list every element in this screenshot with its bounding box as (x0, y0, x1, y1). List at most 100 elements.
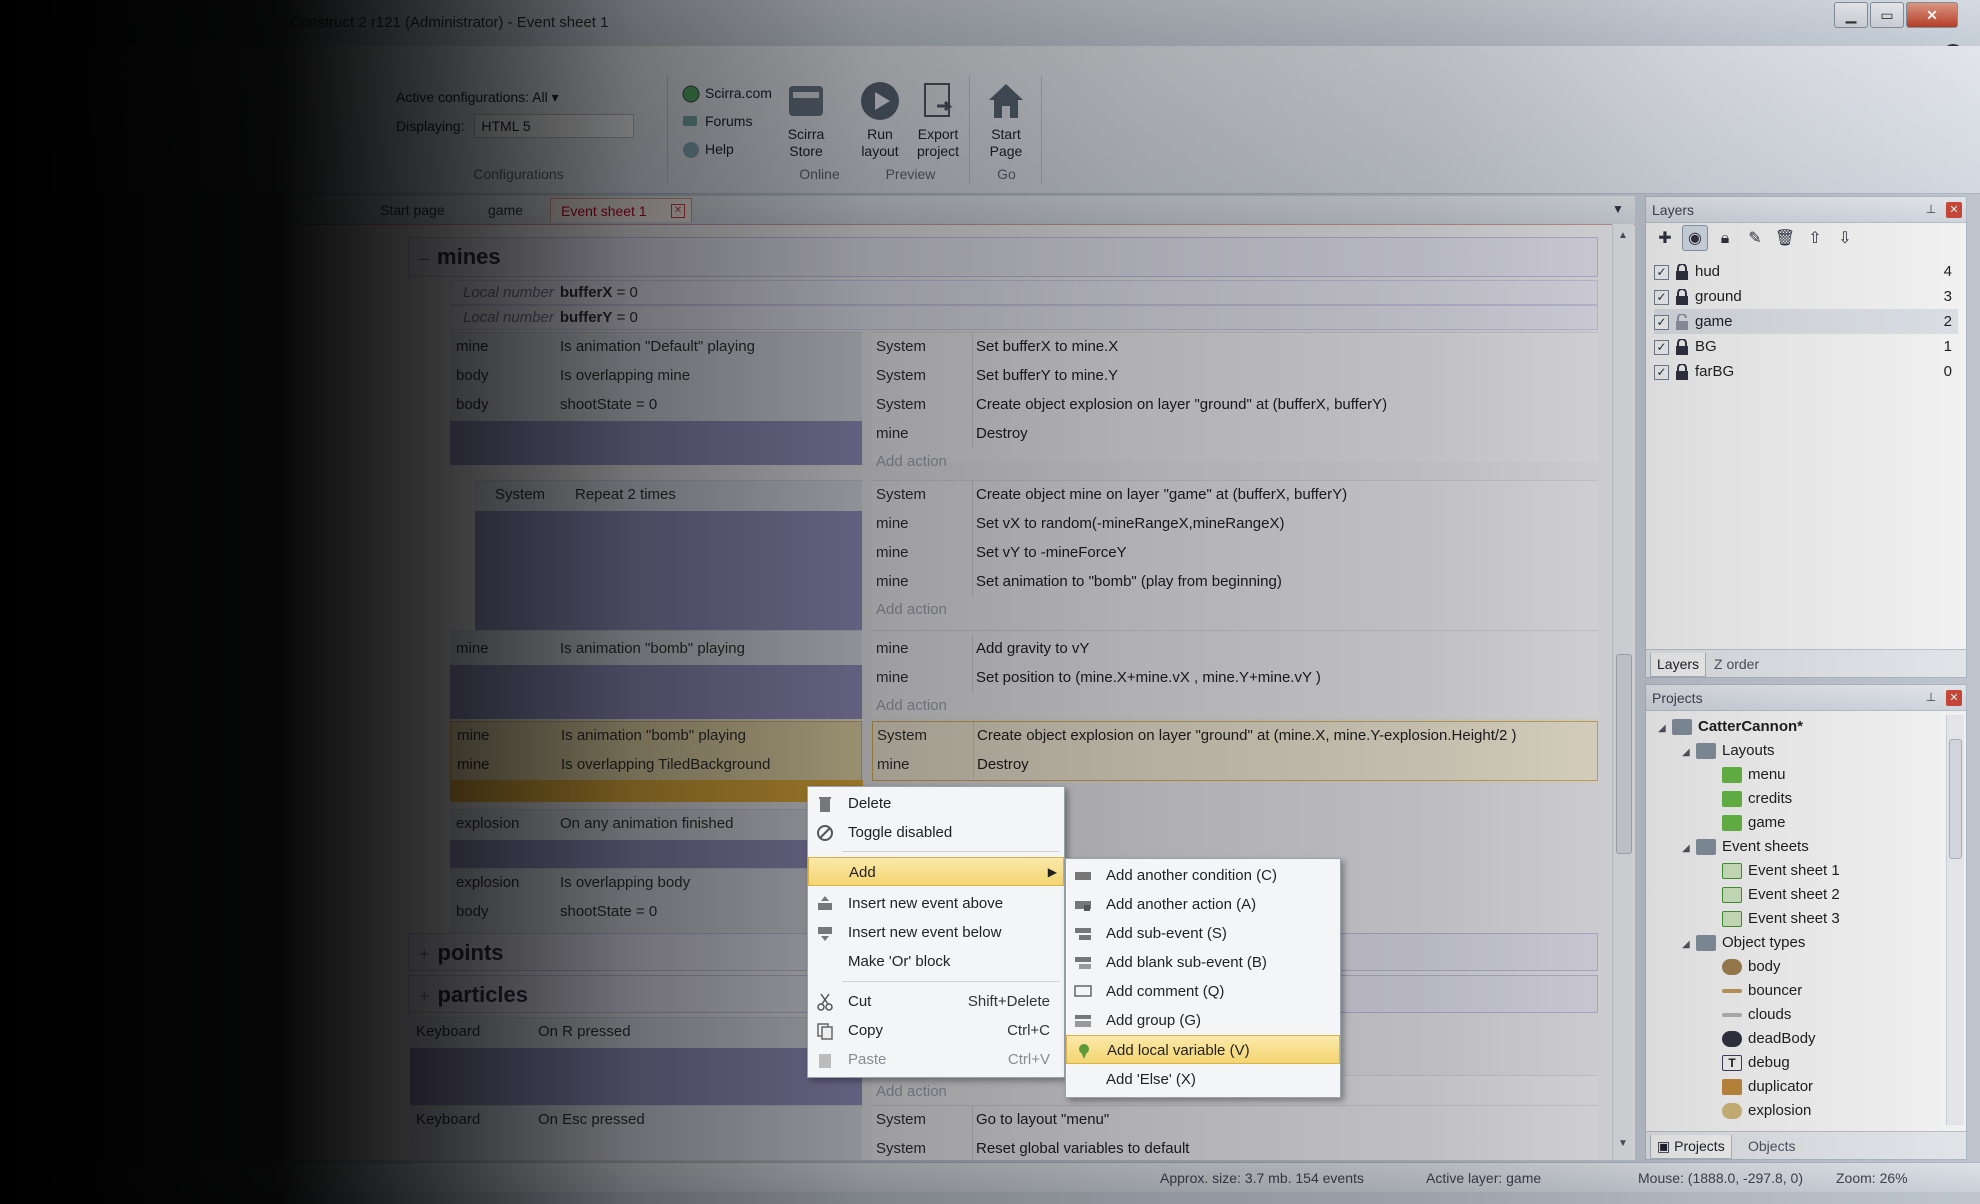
action-row[interactable]: mine Set vY to -mineForceY (872, 539, 1598, 567)
menu-toggle-disabled[interactable]: Toggle disabled (808, 818, 1064, 847)
tree-item-object[interactable]: deadBody (1722, 1027, 1816, 1051)
action-row[interactable]: System Set bufferX to mine.X (872, 333, 1598, 361)
tree-folder-object-types[interactable]: ◢ Object types (1682, 931, 1805, 955)
tree-item-object[interactable]: body (1722, 955, 1781, 979)
tab-z-order[interactable]: Z order (1708, 653, 1765, 677)
action-row[interactable]: System Create object explosion on layer "… (873, 722, 1599, 750)
tab-event-sheet-1[interactable]: Event sheet 1 ✕ (550, 198, 692, 222)
condition-row[interactable]: explosion Is overlapping body (450, 869, 862, 897)
menu-paste[interactable]: Paste Ctrl+V (808, 1045, 1064, 1074)
condition-row[interactable]: body shootState = 0 (450, 898, 862, 926)
group-mines[interactable]: – mines (408, 237, 1598, 277)
event-conditions-selected[interactable]: mine Is animation "bomb" playing mine Is o… (450, 721, 863, 802)
action-row[interactable]: mine Set position to (mine.X+mine.vX , mi… (872, 664, 1598, 692)
menu-add-local-variable[interactable]: Add local variable (V) (1066, 1035, 1340, 1064)
condition-row[interactable]: mine Is overlapping TiledBackground (451, 751, 863, 779)
menu-add-condition[interactable]: Add another condition (C) (1066, 861, 1340, 890)
export-project-button[interactable]: Export project (910, 80, 966, 160)
action-row[interactable]: System Go to layout "menu" (872, 1106, 1598, 1134)
editor-scrollbar[interactable]: ▲ ▼ (1612, 224, 1634, 1160)
expand-icon[interactable]: + (419, 986, 430, 1006)
action-row[interactable]: System Reset global variables to default (872, 1135, 1598, 1160)
menu-delete[interactable]: Delete (808, 789, 1064, 818)
panel-close-icon[interactable]: ✕ (1946, 202, 1962, 218)
scroll-up-icon[interactable]: ▲ (1618, 230, 1628, 241)
action-row[interactable]: mine Set animation to "bomb" (play from b… (872, 568, 1598, 596)
condition-row[interactable]: explosion On any animation finished (450, 810, 862, 838)
help-link[interactable]: Help (682, 138, 734, 160)
visibility-eye-icon[interactable]: ◉ (1682, 225, 1708, 251)
event-conditions[interactable]: Keyboard On Esc pressed (410, 1105, 862, 1160)
tree-item-object[interactable]: bouncer (1722, 979, 1802, 1003)
menu-add-blank-sub-event[interactable]: Add blank sub-event (B) (1066, 948, 1340, 977)
tree-item-event-sheet[interactable]: Event sheet 3 (1722, 907, 1840, 931)
add-layer-icon[interactable]: ✚ (1652, 226, 1678, 252)
tab-objects[interactable]: Objects (1742, 1135, 1801, 1159)
scrollbar-thumb[interactable] (1949, 739, 1962, 859)
event-conditions[interactable]: mine Is animation "bomb" playing (450, 630, 862, 719)
tab-start-page[interactable]: Start page (370, 198, 455, 222)
menu-copy[interactable]: Copy Ctrl+C (808, 1016, 1064, 1045)
close-button[interactable]: ✕ (1906, 2, 1958, 28)
tab-close-icon[interactable]: ✕ (671, 204, 685, 218)
condition-row[interactable]: System Repeat 2 times (475, 481, 862, 509)
tree-item-layout[interactable]: game (1722, 811, 1786, 835)
delete-trash-icon[interactable]: 🗑︎ (1772, 226, 1798, 252)
event-conditions[interactable]: explosion Is overlapping body body shootSt… (450, 868, 862, 943)
pin-icon[interactable]: ⊥ (1924, 201, 1938, 217)
menu-insert-below[interactable]: Insert new event below (808, 918, 1064, 947)
local-variable[interactable]: Local number bufferY = 0 (450, 305, 1598, 330)
condition-row[interactable]: body Is overlapping mine (450, 362, 862, 390)
layer-visible-checkbox[interactable]: ✓ (1654, 314, 1669, 330)
displaying-select[interactable]: Displaying: HTML 5 (396, 114, 635, 138)
menu-insert-above[interactable]: Insert new event above (808, 889, 1064, 918)
layer-row-selected[interactable]: ✓ game 2 (1654, 309, 1958, 334)
condition-row[interactable]: mine Is animation "bomb" playing (450, 635, 862, 663)
action-row[interactable]: mine Add gravity to vY (872, 635, 1598, 663)
minimize-button[interactable]: ▁ (1834, 2, 1868, 28)
tab-projects[interactable]: ▣ Projects (1650, 1135, 1732, 1159)
menu-add[interactable]: Add ▶ (808, 857, 1064, 886)
action-row[interactable]: System Create object explosion on layer "… (872, 391, 1598, 419)
layer-row[interactable]: ✓ ground 3 (1654, 284, 1958, 309)
tree-item-object[interactable]: Tdebug (1722, 1051, 1790, 1075)
menu-cut[interactable]: Cut Shift+Delete (808, 987, 1064, 1016)
layer-visible-checkbox[interactable]: ✓ (1654, 339, 1669, 355)
action-row[interactable]: System Create object mine on layer "game"… (872, 481, 1598, 509)
condition-row[interactable]: mine Is animation "bomb" playing (451, 722, 863, 750)
layer-row[interactable]: ✓ BG 1 (1654, 334, 1958, 359)
maximize-button[interactable]: ▭ (1870, 2, 1904, 28)
scirra-link[interactable]: Scirra.com (682, 82, 772, 104)
event-conditions[interactable]: explosion On any animation finished (450, 809, 862, 870)
tree-item-object[interactable]: clouds (1722, 1003, 1791, 1027)
action-row[interactable]: mine Destroy (873, 751, 1599, 779)
collapse-icon[interactable]: – (419, 248, 429, 268)
panel-close-icon[interactable]: ✕ (1946, 690, 1962, 706)
tab-game[interactable]: game (478, 198, 533, 222)
menu-add-group[interactable]: Add group (G) (1066, 1006, 1340, 1035)
tree-root[interactable]: ◢ CatterCannon* (1658, 715, 1803, 739)
add-action-link[interactable]: Add action (872, 596, 1598, 624)
tree-item-event-sheet[interactable]: Event sheet 2 (1722, 883, 1840, 907)
tree-item-object[interactable]: explosion (1722, 1099, 1811, 1123)
layer-visible-checkbox[interactable]: ✓ (1654, 364, 1669, 380)
action-row[interactable]: mine Set vX to random(-mineRangeX,mineRan… (872, 510, 1598, 538)
event-conditions[interactable]: System Repeat 2 times (475, 480, 862, 631)
layer-row[interactable]: ✓ farBG 0 (1654, 359, 1958, 384)
add-action-link[interactable]: Add action (872, 448, 1598, 476)
pin-icon[interactable]: ⊥ (1924, 689, 1938, 705)
tab-layers[interactable]: Layers (1650, 653, 1707, 677)
tab-list-chevron-down-icon[interactable]: ▼ (1612, 202, 1624, 216)
menu-add-else[interactable]: Add 'Else' (X) (1066, 1065, 1340, 1094)
local-variable[interactable]: Local number bufferX = 0 (450, 280, 1598, 305)
run-layout-button[interactable]: Run layout (852, 80, 908, 160)
menu-add-sub-event[interactable]: Add sub-event (S) (1066, 919, 1340, 948)
layer-row[interactable]: ✓ hud 4 (1654, 259, 1958, 284)
condition-row[interactable]: body shootState = 0 (450, 391, 862, 419)
move-up-icon[interactable]: ⇧ (1802, 226, 1828, 252)
condition-row[interactable]: Keyboard On Esc pressed (410, 1106, 862, 1134)
tree-item-layout[interactable]: menu (1722, 763, 1786, 787)
menu-add-comment[interactable]: Add comment (Q) (1066, 977, 1340, 1006)
tree-item-event-sheet[interactable]: Event sheet 1 (1722, 859, 1840, 883)
move-down-icon[interactable]: ⇩ (1832, 226, 1858, 252)
